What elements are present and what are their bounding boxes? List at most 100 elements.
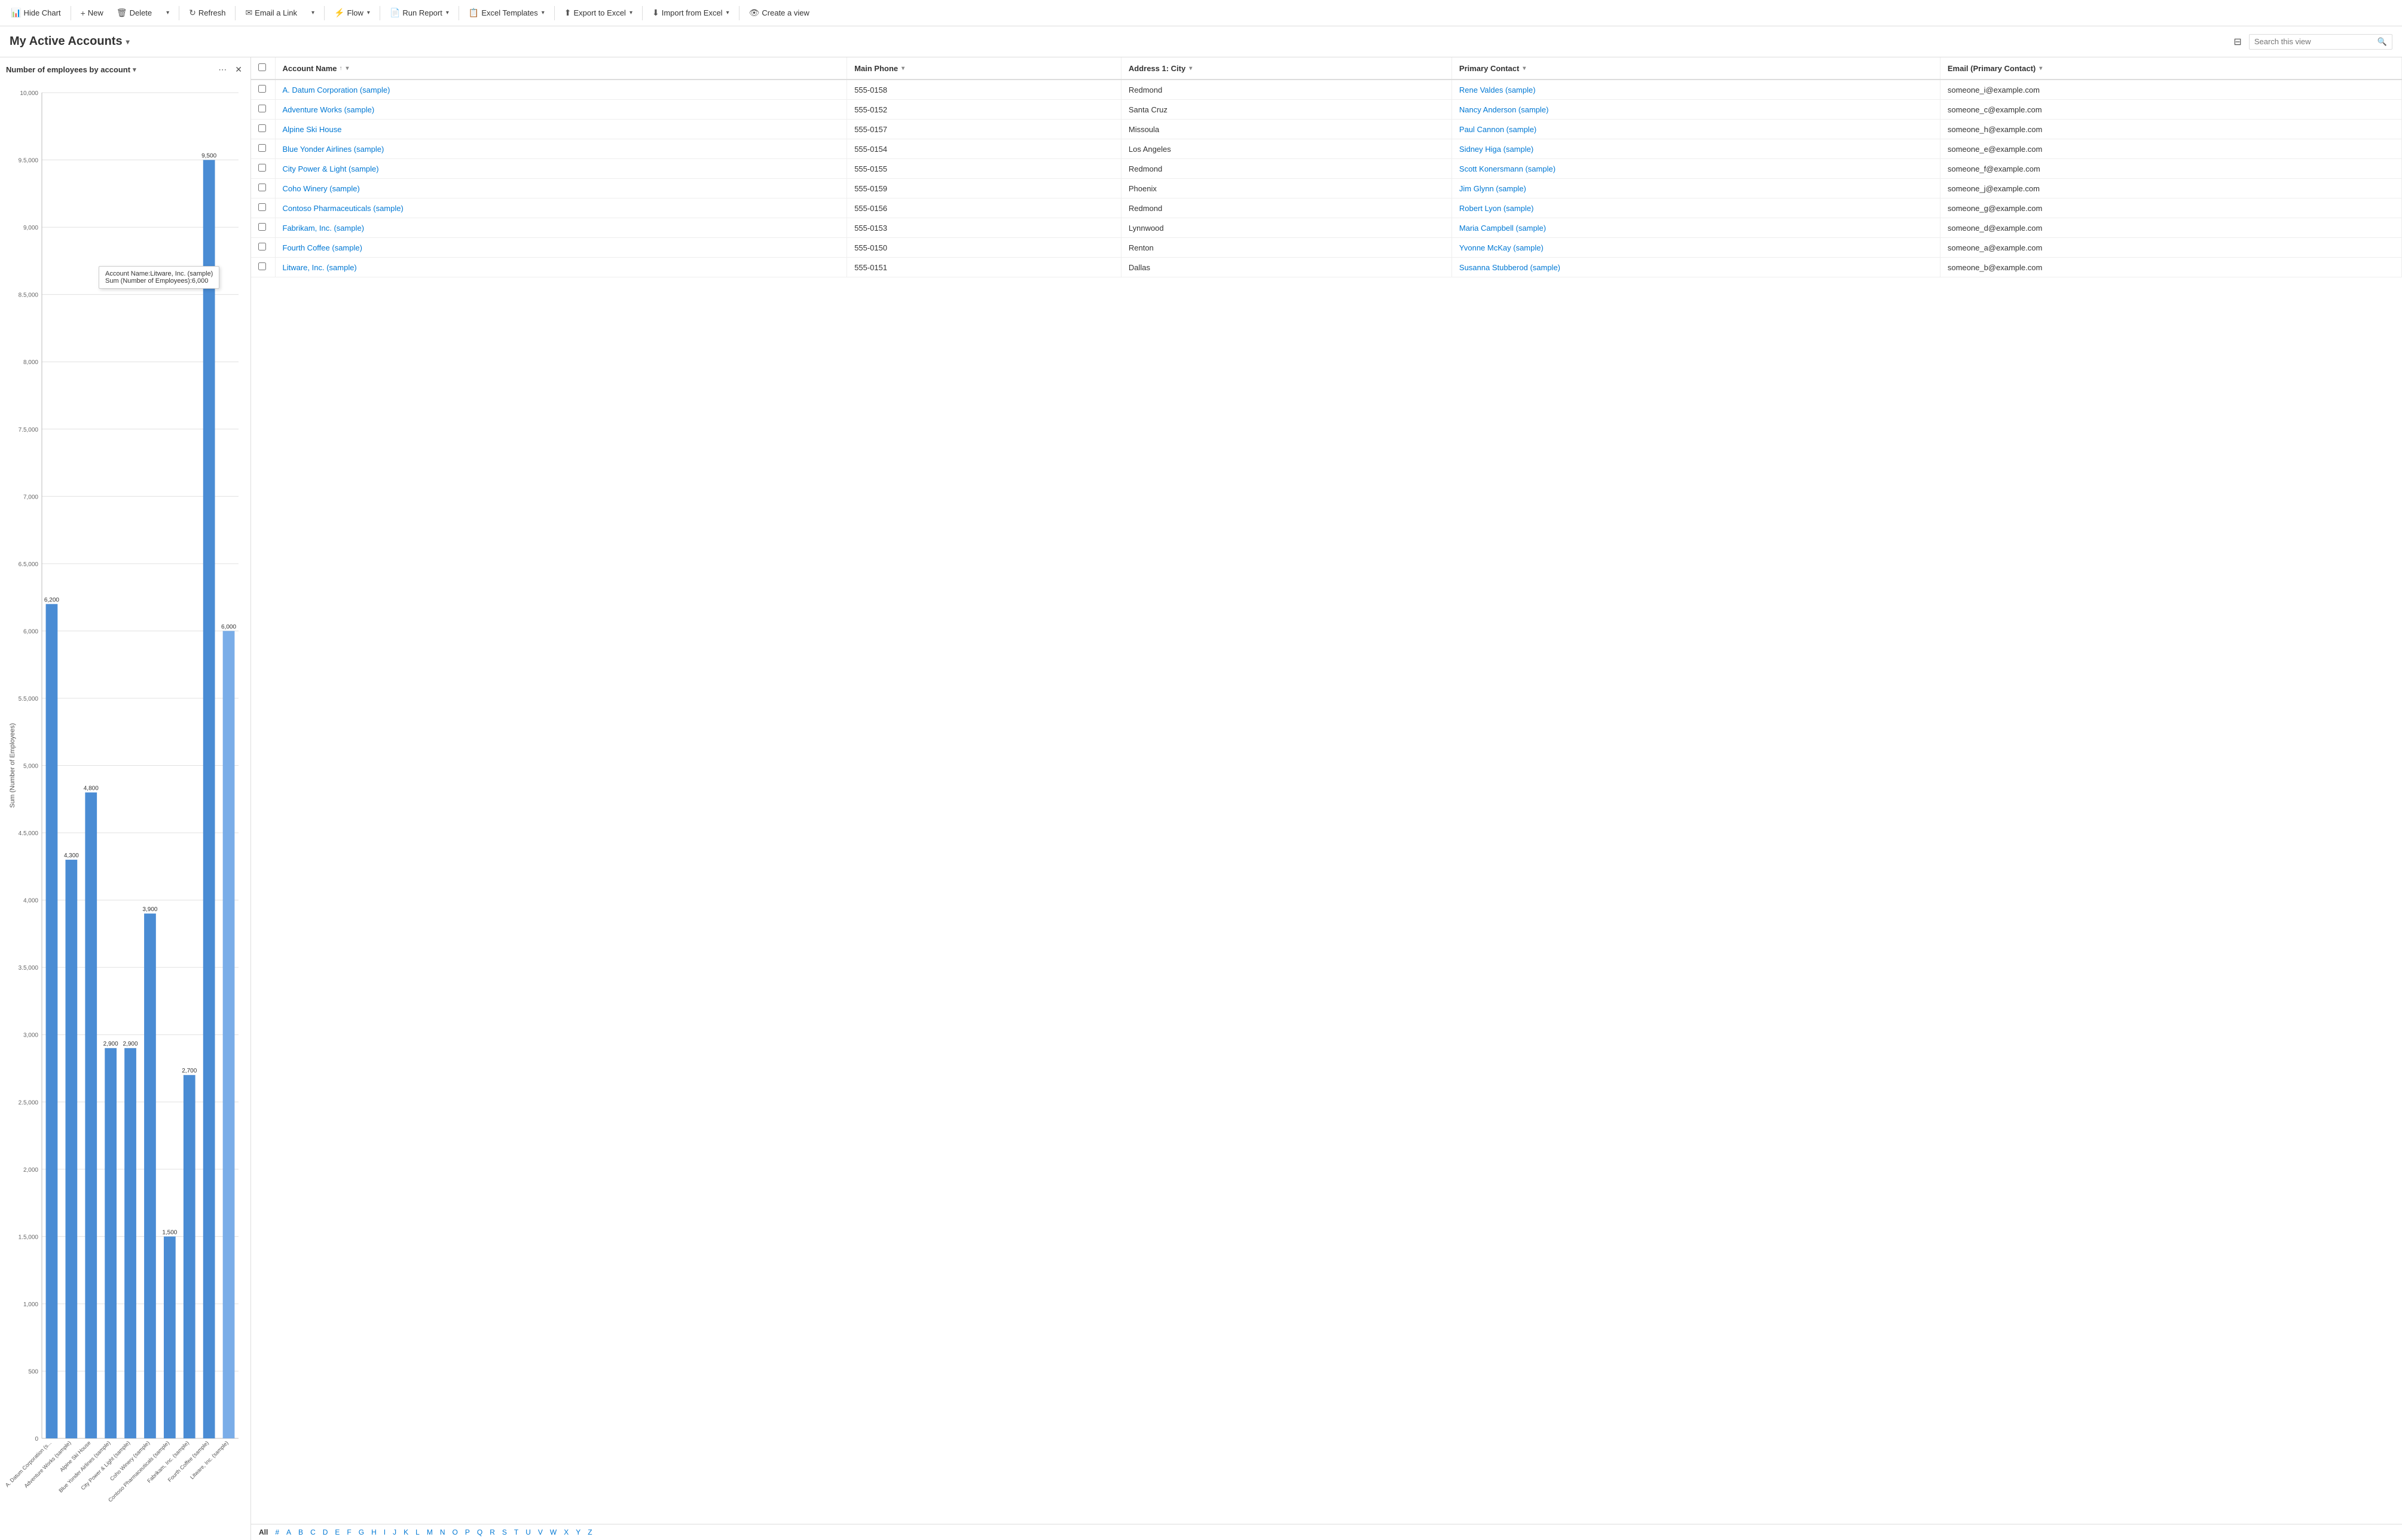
alpha-g-button[interactable]: G: [356, 1527, 367, 1538]
address-city-cell: Lynnwood: [1121, 218, 1451, 238]
alpha-z-button[interactable]: Z: [585, 1527, 595, 1538]
primary-contact-link[interactable]: Yvonne McKay (sample): [1459, 243, 1544, 252]
account-name-link[interactable]: Fourth Coffee (sample): [283, 243, 362, 252]
filter-email[interactable]: ▾: [2039, 65, 2042, 72]
primary-contact-link[interactable]: Rene Valdes (sample): [1459, 85, 1536, 94]
alpha-s-button[interactable]: S: [499, 1527, 510, 1538]
row-checkbox[interactable]: [258, 223, 266, 231]
delete-button[interactable]: 🗑 Delete: [111, 5, 158, 20]
primary-contact-link[interactable]: Maria Campbell (sample): [1459, 224, 1546, 233]
alpha-n-button[interactable]: N: [437, 1527, 448, 1538]
row-checkbox-cell: [251, 198, 275, 218]
export-excel-button[interactable]: ⬆ Export to Excel ▾: [558, 5, 638, 20]
alpha-all-button[interactable]: All: [256, 1527, 271, 1538]
hide-chart-button[interactable]: 📊 Hide Chart: [5, 5, 67, 20]
account-name-link[interactable]: Contoso Pharmaceuticals (sample): [283, 204, 404, 213]
filter-contact[interactable]: ▾: [1523, 65, 1526, 72]
chart-more-button[interactable]: ⋯: [216, 63, 229, 76]
page-title-chevron[interactable]: ▾: [126, 38, 130, 46]
run-report-button[interactable]: 📄 Run Report ▾: [384, 5, 455, 20]
alpha-p-button[interactable]: P: [462, 1527, 473, 1538]
alpha-k-button[interactable]: K: [401, 1527, 411, 1538]
row-checkbox[interactable]: [258, 164, 266, 172]
email-link-chevron[interactable]: ▾: [304, 7, 320, 19]
excel-templates-button[interactable]: 📋 Excel Templates ▾: [463, 5, 551, 20]
alpha-l-button[interactable]: L: [412, 1527, 423, 1538]
flow-button[interactable]: ⚡ Flow ▾: [328, 5, 376, 20]
alpha-h-button[interactable]: H: [368, 1527, 380, 1538]
alpha-x-button[interactable]: X: [561, 1527, 572, 1538]
row-checkbox[interactable]: [258, 184, 266, 191]
row-checkbox[interactable]: [258, 243, 266, 250]
row-checkbox-cell: [251, 80, 275, 100]
new-button[interactable]: + New: [75, 6, 109, 20]
alpha-r-button[interactable]: R: [487, 1527, 498, 1538]
email-cell: someone_i@example.com: [1940, 80, 2401, 100]
alpha-a-button[interactable]: A: [283, 1527, 294, 1538]
alpha-m-button[interactable]: M: [424, 1527, 436, 1538]
primary-contact-link[interactable]: Sidney Higa (sample): [1459, 145, 1533, 154]
filter-icon[interactable]: ⊟: [2231, 33, 2244, 50]
alpha-e-button[interactable]: E: [332, 1527, 343, 1538]
search-input[interactable]: [2254, 37, 2374, 46]
account-name-link[interactable]: Fabrikam, Inc. (sample): [283, 224, 365, 233]
primary-contact-link[interactable]: Jim Glynn (sample): [1459, 184, 1526, 193]
filter-phone[interactable]: ▾: [901, 65, 904, 72]
alpha-b-button[interactable]: B: [295, 1527, 306, 1538]
chart-close-button[interactable]: ✕: [233, 63, 245, 76]
row-checkbox[interactable]: [258, 124, 266, 132]
alpha-w-button[interactable]: W: [547, 1527, 560, 1538]
account-name-link[interactable]: Alpine Ski House: [283, 125, 342, 134]
alpha-c-button[interactable]: C: [307, 1527, 319, 1538]
row-checkbox[interactable]: [258, 105, 266, 112]
import-excel-button[interactable]: ⬇ Import from Excel ▾: [646, 5, 735, 20]
row-checkbox-cell: [251, 258, 275, 277]
account-name-link[interactable]: A. Datum Corporation (sample): [283, 85, 390, 94]
delete-chevron[interactable]: ▾: [159, 7, 175, 19]
grid-table-wrapper[interactable]: Account Name ↑ ▾ Main Phone ▾: [251, 57, 2402, 1524]
alpha-#-button[interactable]: #: [272, 1527, 282, 1538]
alpha-f-button[interactable]: F: [344, 1527, 354, 1538]
select-all-checkbox[interactable]: [258, 63, 266, 71]
account-name-link[interactable]: Coho Winery (sample): [283, 184, 360, 193]
alpha-u-button[interactable]: U: [522, 1527, 534, 1538]
alpha-q-button[interactable]: Q: [474, 1527, 485, 1538]
account-name-cell: Contoso Pharmaceuticals (sample): [275, 198, 847, 218]
alpha-j-button[interactable]: J: [390, 1527, 399, 1538]
table-row: Alpine Ski House 555-0157 Missoula Paul …: [251, 120, 2402, 139]
row-checkbox[interactable]: [258, 262, 266, 270]
alpha-y-button[interactable]: Y: [573, 1527, 583, 1538]
account-name-cell: City Power & Light (sample): [275, 159, 847, 179]
account-name-link[interactable]: Adventure Works (sample): [283, 105, 375, 114]
primary-contact-link[interactable]: Nancy Anderson (sample): [1459, 105, 1549, 114]
create-view-button[interactable]: 👁 Create a view: [743, 5, 815, 20]
row-checkbox[interactable]: [258, 203, 266, 211]
refresh-button[interactable]: ↻ Refresh: [183, 5, 231, 20]
report-icon: 📄: [390, 8, 400, 18]
sort-icon-account[interactable]: ↑: [340, 65, 343, 72]
primary-contact-link[interactable]: Scott Konersmann (sample): [1459, 164, 1556, 173]
primary-contact-link[interactable]: Susanna Stubberod (sample): [1459, 263, 1560, 272]
primary-contact-cell: Susanna Stubberod (sample): [1451, 258, 1940, 277]
row-checkbox[interactable]: [258, 144, 266, 152]
svg-text:Sum (Number of Employees): Sum (Number of Employees): [9, 723, 16, 808]
filter-account[interactable]: ▾: [346, 65, 349, 72]
account-name-cell: Fabrikam, Inc. (sample): [275, 218, 847, 238]
email-link-button[interactable]: ✉ Email a Link: [239, 5, 303, 20]
alpha-o-button[interactable]: O: [450, 1527, 461, 1538]
alpha-t-button[interactable]: T: [511, 1527, 521, 1538]
row-checkbox[interactable]: [258, 85, 266, 93]
alpha-v-button[interactable]: V: [535, 1527, 546, 1538]
alpha-i-button[interactable]: I: [381, 1527, 389, 1538]
primary-contact-link[interactable]: Robert Lyon (sample): [1459, 204, 1534, 213]
account-name-link[interactable]: City Power & Light (sample): [283, 164, 379, 173]
account-name-link[interactable]: Blue Yonder Airlines (sample): [283, 145, 384, 154]
alpha-d-button[interactable]: D: [320, 1527, 331, 1538]
svg-text:2.5,000: 2.5,000: [19, 1099, 39, 1106]
account-name-cell: Blue Yonder Airlines (sample): [275, 139, 847, 159]
chart-title-chevron[interactable]: ▾: [133, 66, 136, 74]
primary-contact-link[interactable]: Paul Cannon (sample): [1459, 125, 1536, 134]
email-cell: someone_j@example.com: [1940, 179, 2401, 198]
filter-city[interactable]: ▾: [1189, 65, 1192, 72]
account-name-link[interactable]: Litware, Inc. (sample): [283, 263, 357, 272]
